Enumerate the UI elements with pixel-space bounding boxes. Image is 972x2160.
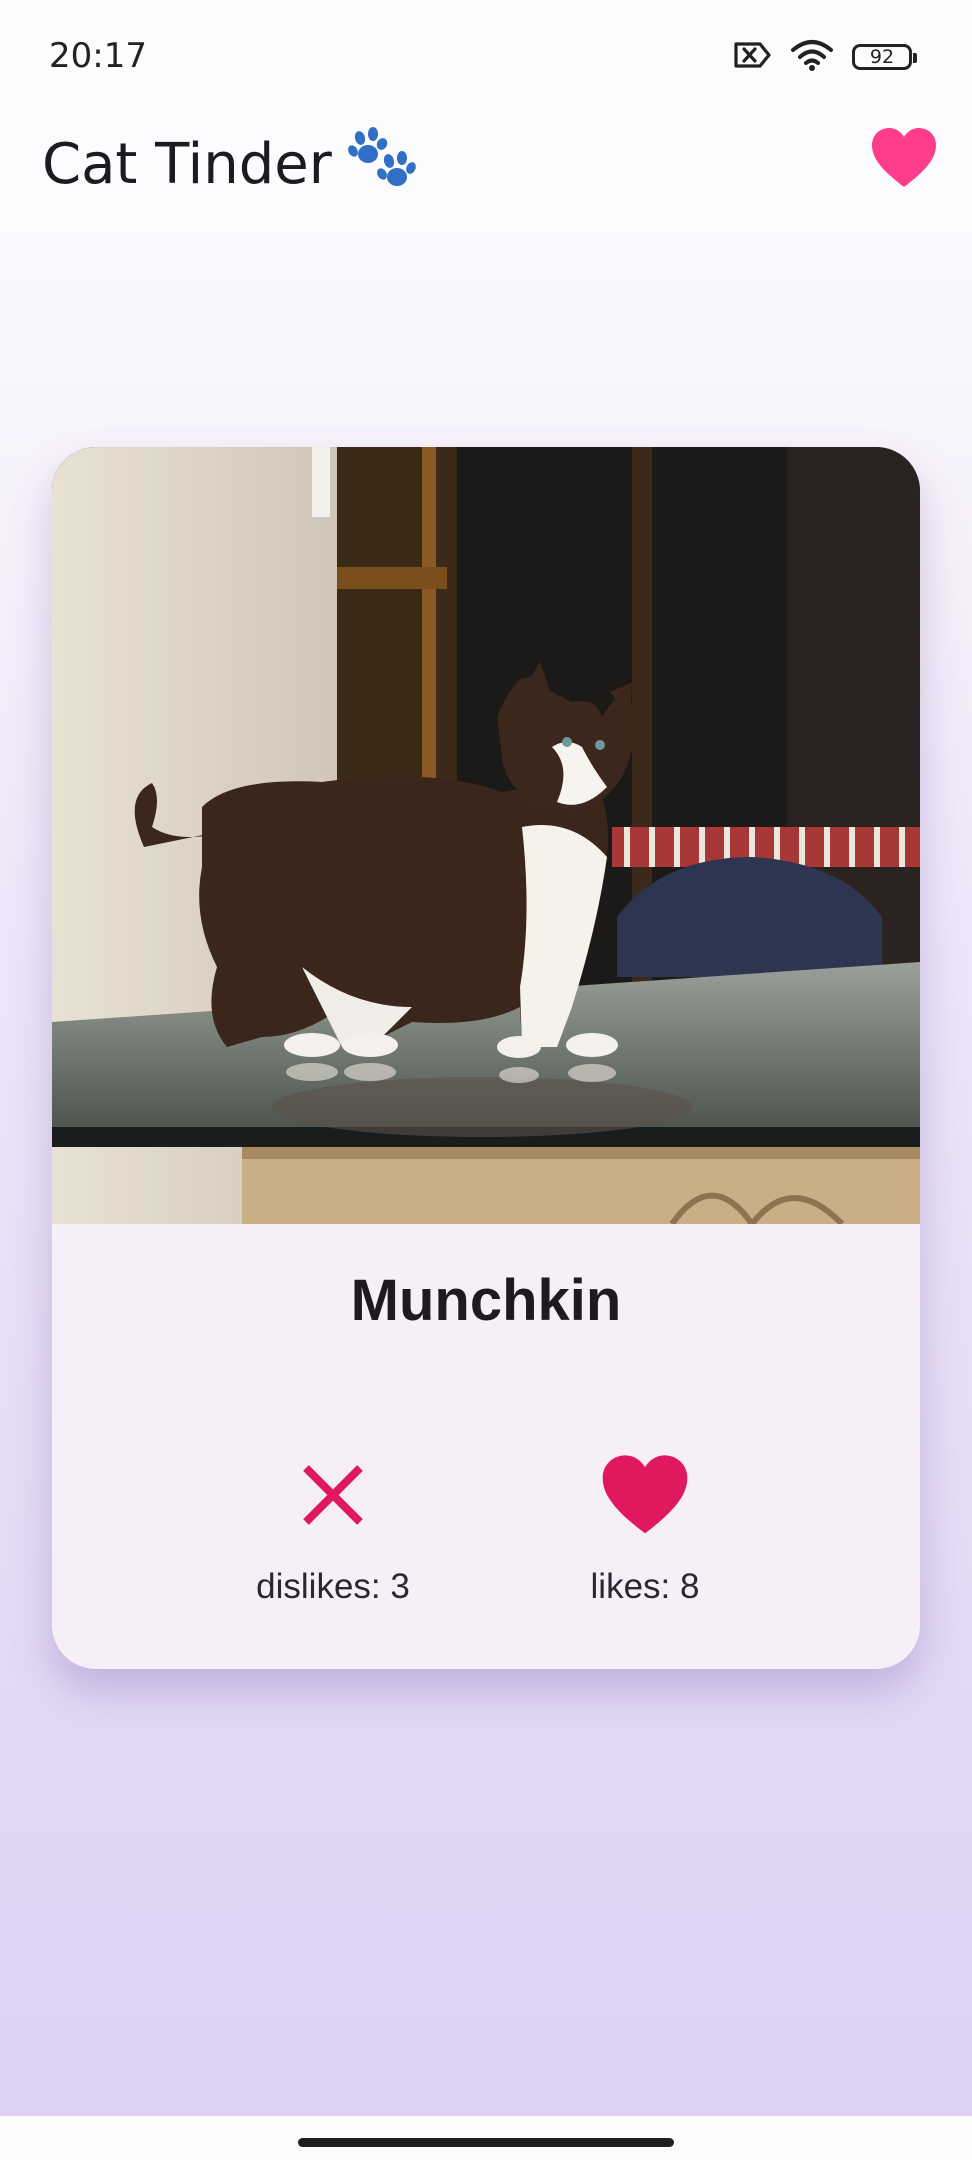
wifi-icon (790, 38, 834, 76)
like-count: likes: 8 (590, 1567, 700, 1606)
like-button[interactable] (595, 1447, 695, 1547)
app-title: Cat Tinder (42, 126, 416, 202)
status-bar: 20:17 92 (0, 0, 972, 112)
close-icon (300, 1462, 366, 1532)
favorites-button[interactable] (860, 116, 948, 204)
content-area: Munchkin dislikes: 3 likes: 8 (0, 232, 972, 2116)
app-title-text: Cat Tinder (42, 131, 332, 197)
status-time: 20:17 (49, 36, 147, 76)
heart-icon (870, 127, 938, 193)
cat-card[interactable]: Munchkin dislikes: 3 likes: 8 (52, 447, 920, 1669)
no-sim-icon (732, 40, 772, 74)
dislike-count: dislikes: 3 (256, 1567, 410, 1606)
cat-photo (52, 447, 920, 1224)
status-icons: 92 (732, 38, 917, 76)
dislike-button[interactable] (283, 1447, 383, 1547)
cat-name: Munchkin (350, 1268, 622, 1333)
heart-icon (600, 1454, 690, 1540)
navigation-bar (0, 2116, 972, 2160)
app-bar: Cat Tinder (0, 112, 972, 232)
battery-icon: 92 (852, 44, 917, 70)
paw-icon (346, 126, 416, 202)
dislike-section: dislikes: 3 (213, 1447, 453, 1607)
like-section: likes: 8 (525, 1447, 765, 1607)
home-indicator[interactable] (298, 2138, 674, 2147)
battery-level: 92 (869, 46, 895, 68)
